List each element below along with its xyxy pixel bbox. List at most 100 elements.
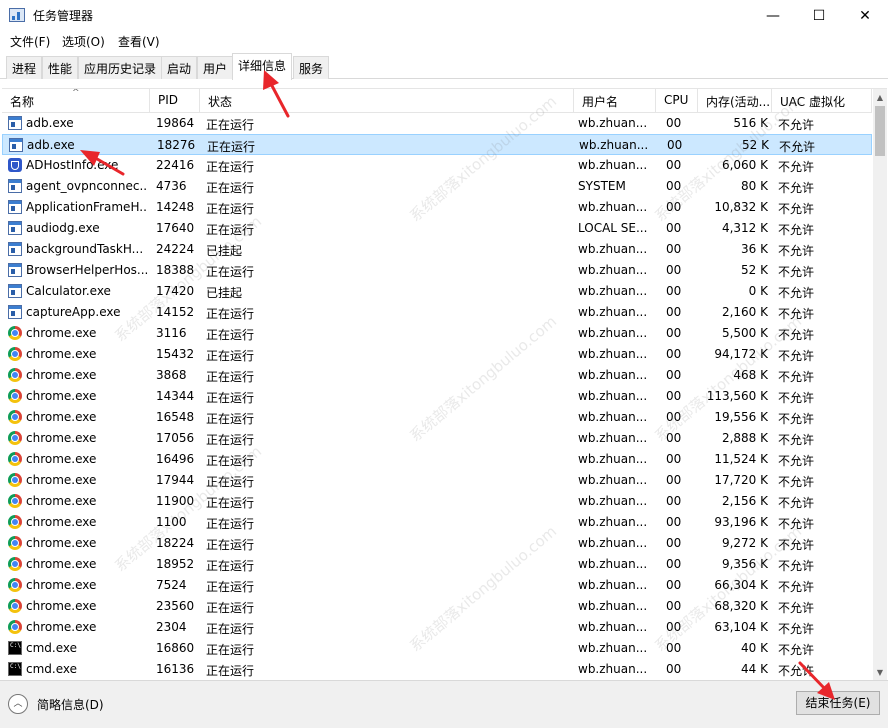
process-memory: 94,172 K [714,347,768,361]
table-row[interactable]: chrome.exe 18952 正在运行 wb.zhuan... 00 9,356 K 不… [2,554,872,575]
process-uac: 不允许 [778,328,815,342]
fewer-details-link[interactable]: 简略信息(D) [37,696,104,713]
table-row[interactable]: chrome.exe 17944 正在运行 wb.zhuan... 00 17,720 K… [2,470,872,491]
process-username: wb.zhuan... [578,536,648,550]
tab-users[interactable]: 用户 [197,56,234,79]
table-row[interactable]: BrowserHelperHos... 18388 正在运行 wb.zhuan... 0… [2,260,872,281]
table-row[interactable]: ADHostInfo.exe 22416 正在运行 wb.zhuan... 00 6,06… [2,155,872,176]
process-cpu: 00 [666,347,682,361]
column-header-pid[interactable]: PID [150,89,200,113]
table-row[interactable]: chrome.exe 3116 正在运行 wb.zhuan... 00 5,500 K 不允… [2,323,872,344]
process-pid: 17420 [156,284,195,298]
process-username: wb.zhuan... [578,200,648,214]
column-header-memory[interactable]: 内存(活动... [698,89,772,113]
process-uac: 不允许 [778,496,815,510]
table-row[interactable]: chrome.exe 11900 正在运行 wb.zhuan... 00 2,156 K 不… [2,491,872,512]
process-memory: 36 K [741,242,768,256]
column-header-username[interactable]: 用户名 [574,89,656,113]
column-header-cpu[interactable]: CPU [656,89,698,113]
end-task-button[interactable]: 结束任务(E) [796,691,880,715]
tab-performance[interactable]: 性能 [42,56,79,79]
process-uac: 不允许 [778,202,815,216]
process-name: BrowserHelperHos... [26,263,148,277]
process-status: 已挂起 [206,244,243,258]
process-pid: 19864 [156,116,195,130]
process-status: 正在运行 [206,538,255,552]
table-row[interactable]: adb.exe 18276 正在运行 wb.zhuan... 00 52 K 不允许 [2,134,872,155]
table-row[interactable]: chrome.exe 1100 正在运行 wb.zhuan... 00 93,196 K 不… [2,512,872,533]
table-row[interactable]: cmd.exe 16136 正在运行 wb.zhuan... 00 44 K 不允许 [2,659,872,680]
process-username: LOCAL SE... [578,221,648,235]
chrome-icon [8,557,22,571]
process-status: 正在运行 [206,349,255,363]
table-row[interactable]: chrome.exe 16548 正在运行 wb.zhuan... 00 19,556 K… [2,407,872,428]
process-cpu: 00 [666,641,682,655]
process-uac: 不允许 [778,391,815,405]
process-username: wb.zhuan... [578,347,648,361]
process-cpu: 00 [666,494,682,508]
process-name: chrome.exe [26,368,97,382]
menu-options[interactable]: 选项(O) [62,33,105,50]
tab-processes[interactable]: 进程 [6,56,43,79]
menu-file[interactable]: 文件(F) [10,33,50,50]
table-row[interactable]: chrome.exe 15432 正在运行 wb.zhuan... 00 94,172 K… [2,344,872,365]
process-memory: 6,060 K [721,158,768,172]
window-icon [8,179,22,193]
maximize-button[interactable]: ☐ [796,0,842,31]
process-pid: 15432 [156,347,195,361]
menu-view[interactable]: 查看(V) [118,33,160,50]
table-row[interactable]: agent_ovpnconnec... 4736 正在运行 SYSTEM 00 80 K 不… [2,176,872,197]
vertical-scrollbar[interactable]: ▲ ▼ [873,89,887,680]
table-row[interactable]: ApplicationFrameH... 14248 正在运行 wb.zhuan...… [2,197,872,218]
table-row[interactable]: chrome.exe 7524 正在运行 wb.zhuan... 00 66,304 K 不… [2,575,872,596]
minimize-button[interactable]: — [750,0,796,31]
title-bar[interactable]: 任务管理器 — ☐ ✕ [0,0,888,31]
tab-services[interactable]: 服务 [293,56,330,79]
column-header-uac[interactable]: UAC 虚拟化 [772,89,872,113]
close-button[interactable]: ✕ [842,0,888,31]
table-row[interactable]: captureApp.exe 14152 正在运行 wb.zhuan... 00 2,16… [2,302,872,323]
process-memory: 10,832 K [714,200,768,214]
window-icon [8,263,22,277]
tab-details[interactable]: 详细信息 [232,53,293,80]
table-row[interactable]: chrome.exe 2304 正在运行 wb.zhuan... 00 63,104 K 不… [2,617,872,638]
process-uac: 不允许 [778,223,815,237]
tab-app-history[interactable]: 应用历史记录 [78,56,163,79]
table-row[interactable]: chrome.exe 14344 正在运行 wb.zhuan... 00 113,560 … [2,386,872,407]
table-row[interactable]: cmd.exe 16860 正在运行 wb.zhuan... 00 40 K 不允许 [2,638,872,659]
table-row[interactable]: Calculator.exe 17420 已挂起 wb.zhuan... 00 0 K 不允… [2,281,872,302]
process-username: wb.zhuan... [578,641,648,655]
task-manager-icon [9,8,25,22]
tab-startup[interactable]: 启动 [161,56,198,79]
process-username: wb.zhuan... [578,410,648,424]
table-row[interactable]: audiodg.exe 17640 正在运行 LOCAL SE... 00 4,312 K… [2,218,872,239]
scrollbar-thumb[interactable] [875,106,885,156]
process-name: chrome.exe [26,515,97,529]
process-name: chrome.exe [26,473,97,487]
chevron-up-icon[interactable]: ︿ [8,694,28,714]
process-cpu: 00 [666,410,682,424]
process-username: SYSTEM [578,179,626,193]
process-pid: 18224 [156,536,195,550]
table-row[interactable]: chrome.exe 23560 正在运行 wb.zhuan... 00 68,320 K… [2,596,872,617]
process-pid: 22416 [156,158,195,172]
table-row[interactable]: chrome.exe 3868 正在运行 wb.zhuan... 00 468 K 不允许 [2,365,872,386]
scroll-up-icon[interactable]: ▲ [873,89,887,106]
table-row[interactable]: adb.exe 19864 正在运行 wb.zhuan... 00 516 K 不允许 [2,113,872,134]
process-uac: 不允许 [778,433,815,447]
table-row[interactable]: chrome.exe 18224 正在运行 wb.zhuan... 00 9,272 K 不… [2,533,872,554]
column-header-status[interactable]: 状态 [200,89,574,113]
process-cpu: 00 [666,116,682,130]
table-row[interactable]: chrome.exe 16496 正在运行 wb.zhuan... 00 11,524 K… [2,449,872,470]
process-uac: 不允许 [778,349,815,363]
process-pid: 18276 [157,138,196,152]
process-memory: 5,500 K [721,326,768,340]
table-row[interactable]: backgroundTaskH... 24224 已挂起 wb.zhuan... 00 3… [2,239,872,260]
column-header-name[interactable]: ^ 名称 [2,89,150,113]
scroll-down-icon[interactable]: ▼ [873,664,887,680]
table-row[interactable]: chrome.exe 17056 正在运行 wb.zhuan... 00 2,888 K 不… [2,428,872,449]
process-cpu: 00 [666,305,682,319]
process-pid: 16136 [156,662,195,676]
process-cpu: 00 [666,431,682,445]
process-status: 正在运行 [206,328,255,342]
